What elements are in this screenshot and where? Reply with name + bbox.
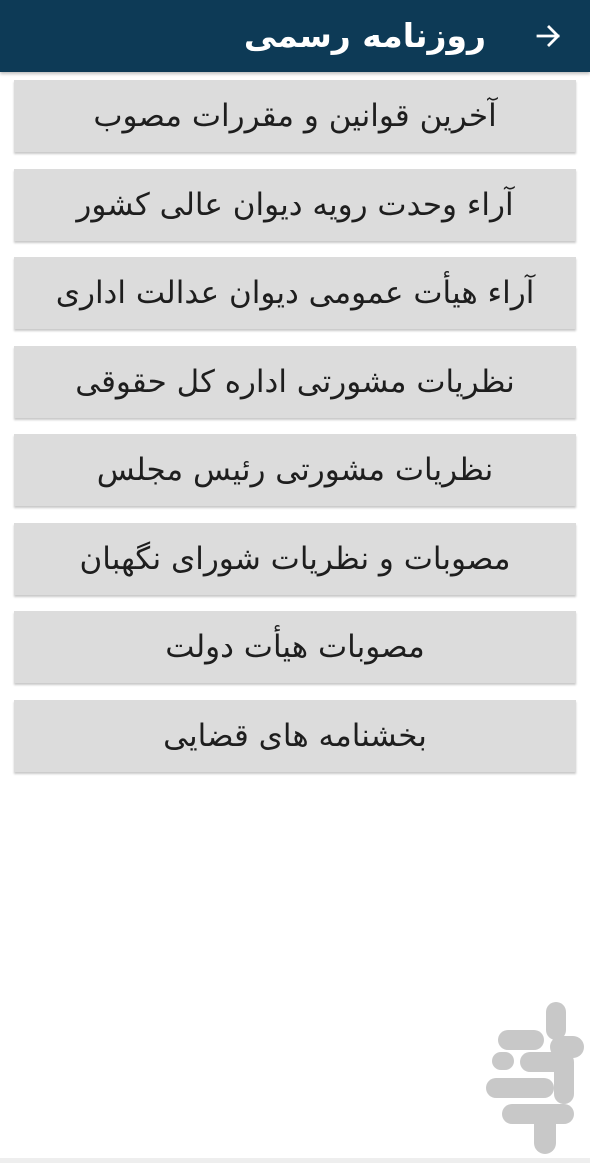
menu-item-latest-laws[interactable]: آخرین قوانین و مقررات مصوب	[14, 80, 576, 152]
menu-list: آخرین قوانین و مقررات مصوب آراء وحدت روی…	[14, 80, 576, 788]
arrow-back-icon	[536, 25, 560, 47]
menu-item-supreme-court-rulings[interactable]: آراء وحدت رویه دیوان عالی کشور	[14, 168, 576, 241]
menu-item-parliament-speaker-opinions[interactable]: نظریات مشورتی رئیس مجلس	[14, 434, 576, 506]
app-bar: روزنامه رسمی	[0, 0, 590, 72]
bottom-edge	[0, 1158, 590, 1163]
store-logo-icon	[486, 1002, 584, 1154]
menu-item-judicial-circulars[interactable]: بخشنامه های قضایی	[14, 699, 576, 772]
menu-item-administrative-court-rulings[interactable]: آراء هیأت عمومی دیوان عدالت اداری	[14, 257, 576, 329]
menu-item-legal-department-opinions[interactable]: نظریات مشورتی اداره کل حقوقی	[14, 345, 576, 418]
menu-item-cabinet-resolutions[interactable]: مصوبات هیأت دولت	[14, 611, 576, 683]
menu-item-guardian-council-resolutions[interactable]: مصوبات و نظریات شورای نگهبان	[14, 522, 576, 595]
page-title: روزنامه رسمی	[243, 16, 486, 55]
back-button[interactable]	[526, 14, 570, 58]
